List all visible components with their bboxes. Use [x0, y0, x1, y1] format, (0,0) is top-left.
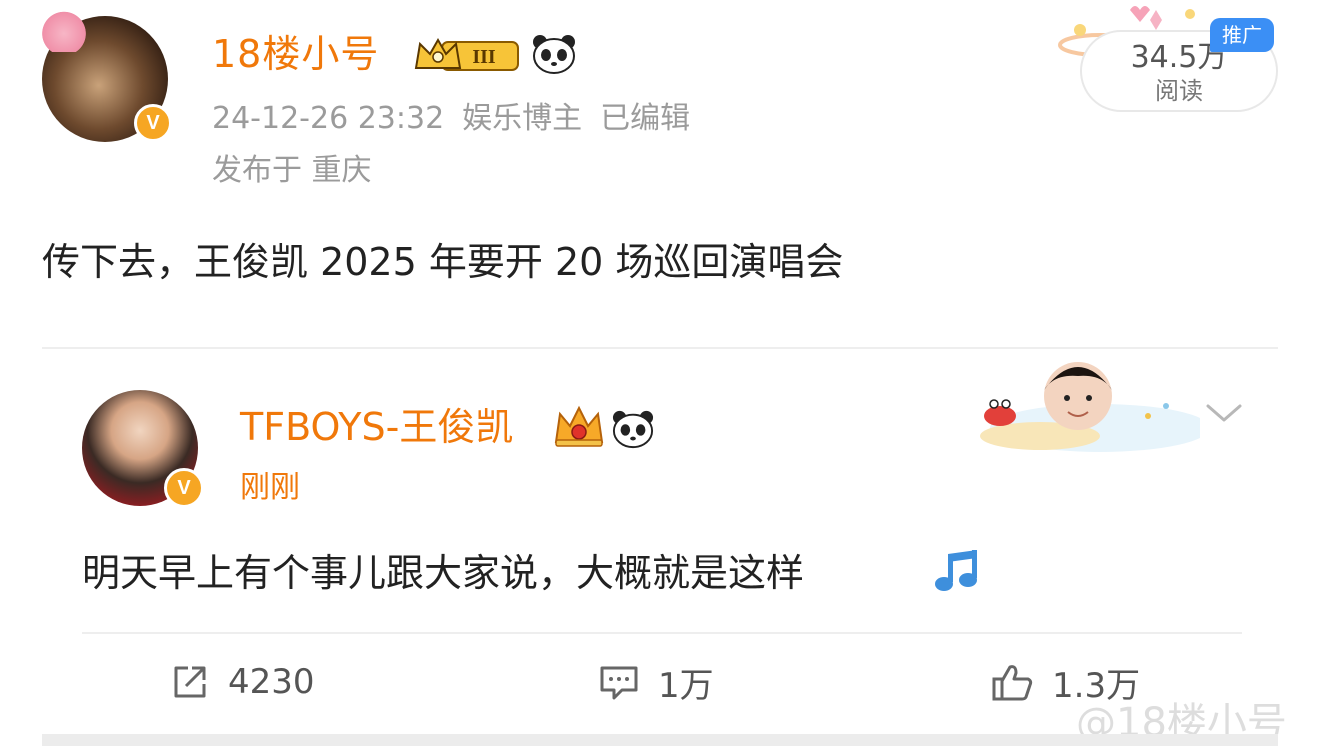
panda-badge-icon[interactable]: [610, 408, 656, 450]
verified-badge-icon: V: [164, 468, 204, 508]
author-avatar[interactable]: V: [36, 6, 172, 142]
membership-level-badge-icon[interactable]: III: [412, 36, 522, 74]
music-note-icon: [935, 550, 977, 591]
repost-button[interactable]: 4230: [170, 652, 315, 712]
action-divider: [82, 632, 1242, 634]
repost-body-text: 明天早上有个事儿跟大家说，大概就是这样: [82, 551, 805, 595]
chevron-down-icon[interactable]: [1204, 398, 1244, 428]
author-username[interactable]: 18楼小号: [212, 30, 379, 78]
panda-badge-icon[interactable]: [530, 30, 578, 78]
edited-label[interactable]: 已编辑: [600, 101, 690, 136]
author-role: 娱乐博主: [462, 101, 583, 136]
comment-icon: [600, 666, 638, 700]
repost-author-avatar[interactable]: V: [82, 390, 204, 508]
card-background-decoration: [980, 362, 1200, 452]
comment-count: 1万: [658, 665, 714, 706]
read-label: 阅读: [1155, 77, 1203, 105]
crown-badge-icon[interactable]: [552, 404, 606, 450]
bottom-separator: [42, 734, 1278, 746]
thumbs-up-icon: [992, 665, 1033, 701]
repost-count: 4230: [228, 662, 315, 702]
repost-timestamp: 刚刚: [240, 470, 300, 505]
level-badge-text: III: [472, 46, 496, 68]
verified-badge-icon: V: [134, 104, 172, 142]
repost-author-username[interactable]: TFBOYS-王俊凯: [240, 402, 513, 452]
share-icon: [174, 666, 206, 698]
promote-tag[interactable]: 推广: [1210, 18, 1274, 52]
avatar-decoration: [36, 6, 92, 52]
post-timestamp: 24-12-26 23:32: [212, 101, 445, 136]
post-location: 发布于 重庆: [212, 153, 372, 188]
comment-button[interactable]: 1万: [598, 652, 714, 712]
post-body-text: 传下去，王俊凯 2025 年要开 20 场巡回演唱会: [42, 240, 844, 284]
post-meta: 24-12-26 23:32 娱乐博主 已编辑: [212, 98, 708, 140]
